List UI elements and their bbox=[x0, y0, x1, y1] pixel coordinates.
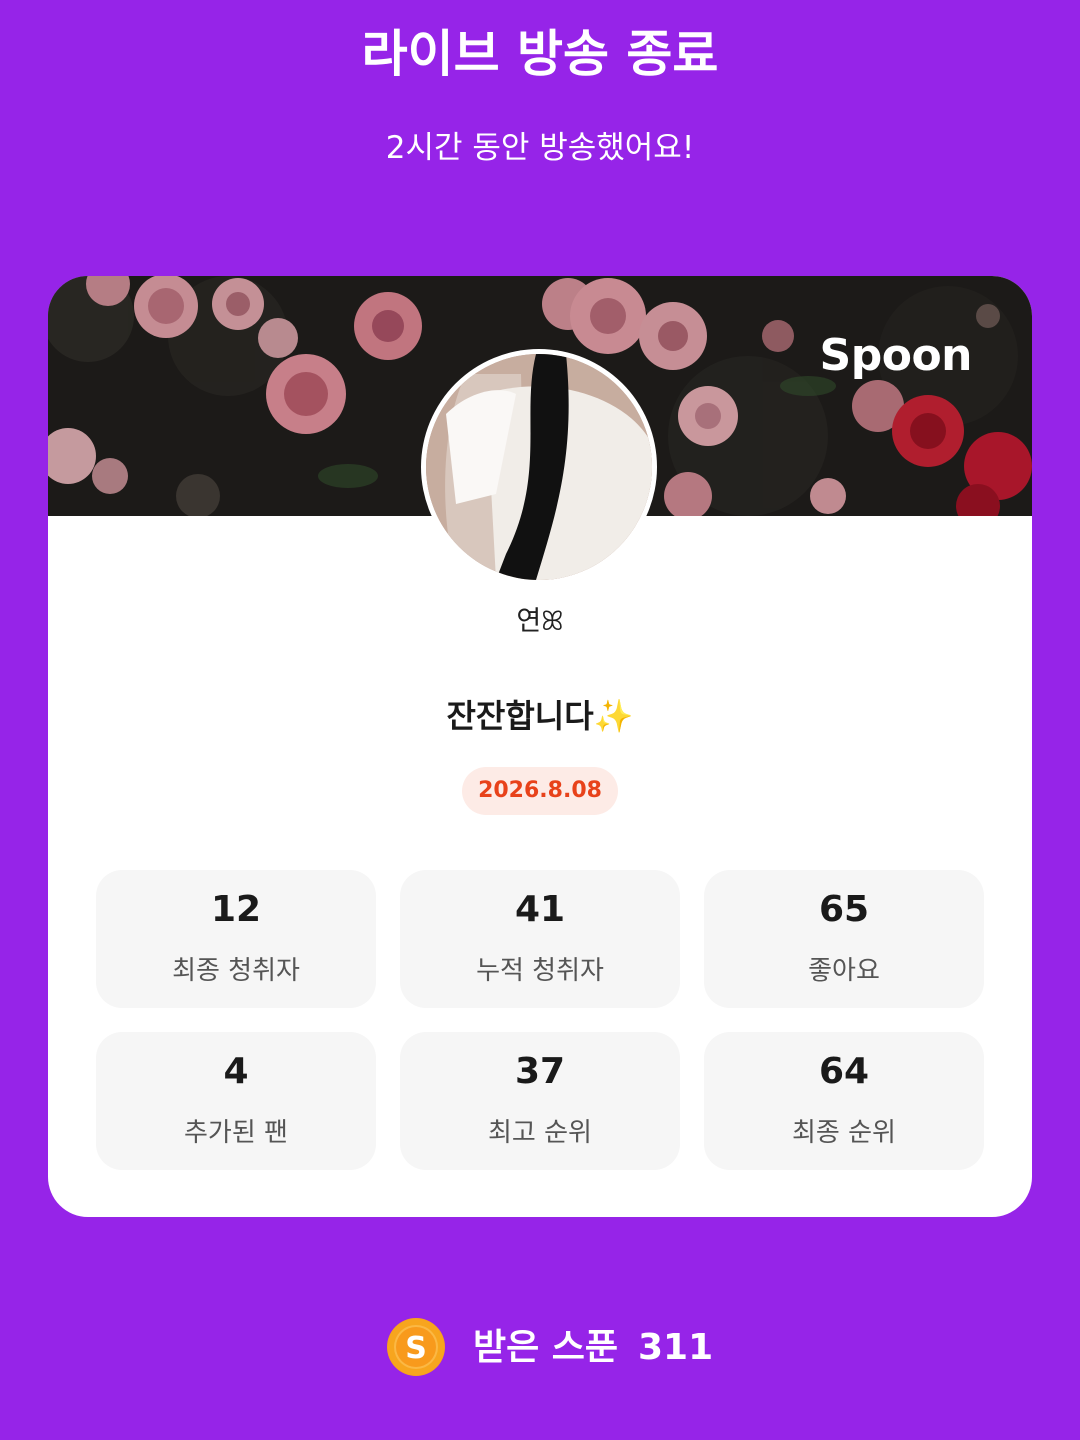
page-title: 라이브 방송 종료 bbox=[361, 25, 719, 83]
stat-label: 누적 청취자 bbox=[476, 956, 604, 986]
stat-value: 64 bbox=[818, 1051, 870, 1092]
received-spoons: S 받은 스푼 311 bbox=[0, 1318, 1080, 1378]
stat-label: 최종 청취자 bbox=[172, 956, 300, 986]
received-spoons-label: 받은 스푼 bbox=[473, 1327, 619, 1368]
stat-label: 최종 순위 bbox=[792, 1118, 896, 1148]
user-nickname: 연ꕤ bbox=[516, 606, 564, 637]
stat-value: 12 bbox=[210, 889, 262, 930]
stat-value: 4 bbox=[223, 1051, 249, 1092]
avatar bbox=[421, 349, 657, 585]
stat-final-rank: 64 최종 순위 bbox=[704, 1032, 984, 1170]
stat-label: 추가된 팬 bbox=[184, 1118, 288, 1148]
stat-label: 최고 순위 bbox=[488, 1118, 592, 1148]
date-badge: 2026.8.08 bbox=[462, 767, 618, 815]
stat-new-fans: 4 추가된 팬 bbox=[96, 1032, 376, 1170]
stat-total-listeners: 41 누적 청취자 bbox=[400, 870, 680, 1008]
profile-photo bbox=[426, 354, 652, 580]
stat-likes: 65 좋아요 bbox=[704, 870, 984, 1008]
stat-value: 37 bbox=[514, 1051, 566, 1092]
coin-letter: S bbox=[405, 1331, 427, 1366]
broadcast-summary-card: Spoon 연ꕤ 잔잔합니다✨ 2026.8.08 12 최종 청취자 41 누… bbox=[48, 276, 1032, 1217]
stat-final-listeners: 12 최종 청취자 bbox=[96, 870, 376, 1008]
broadcast-duration-text: 2시간 동안 방송했어요! bbox=[385, 130, 695, 166]
stat-value: 65 bbox=[818, 889, 870, 930]
broadcast-title: 잔잔합니다✨ bbox=[446, 697, 634, 735]
stat-label: 좋아요 bbox=[808, 956, 880, 986]
stat-highest-rank: 37 최고 순위 bbox=[400, 1032, 680, 1170]
spoon-coin-icon: S bbox=[387, 1318, 445, 1376]
stat-value: 41 bbox=[514, 889, 566, 930]
spoon-logo: Spoon bbox=[819, 330, 973, 381]
received-spoons-count: 311 bbox=[638, 1327, 714, 1368]
